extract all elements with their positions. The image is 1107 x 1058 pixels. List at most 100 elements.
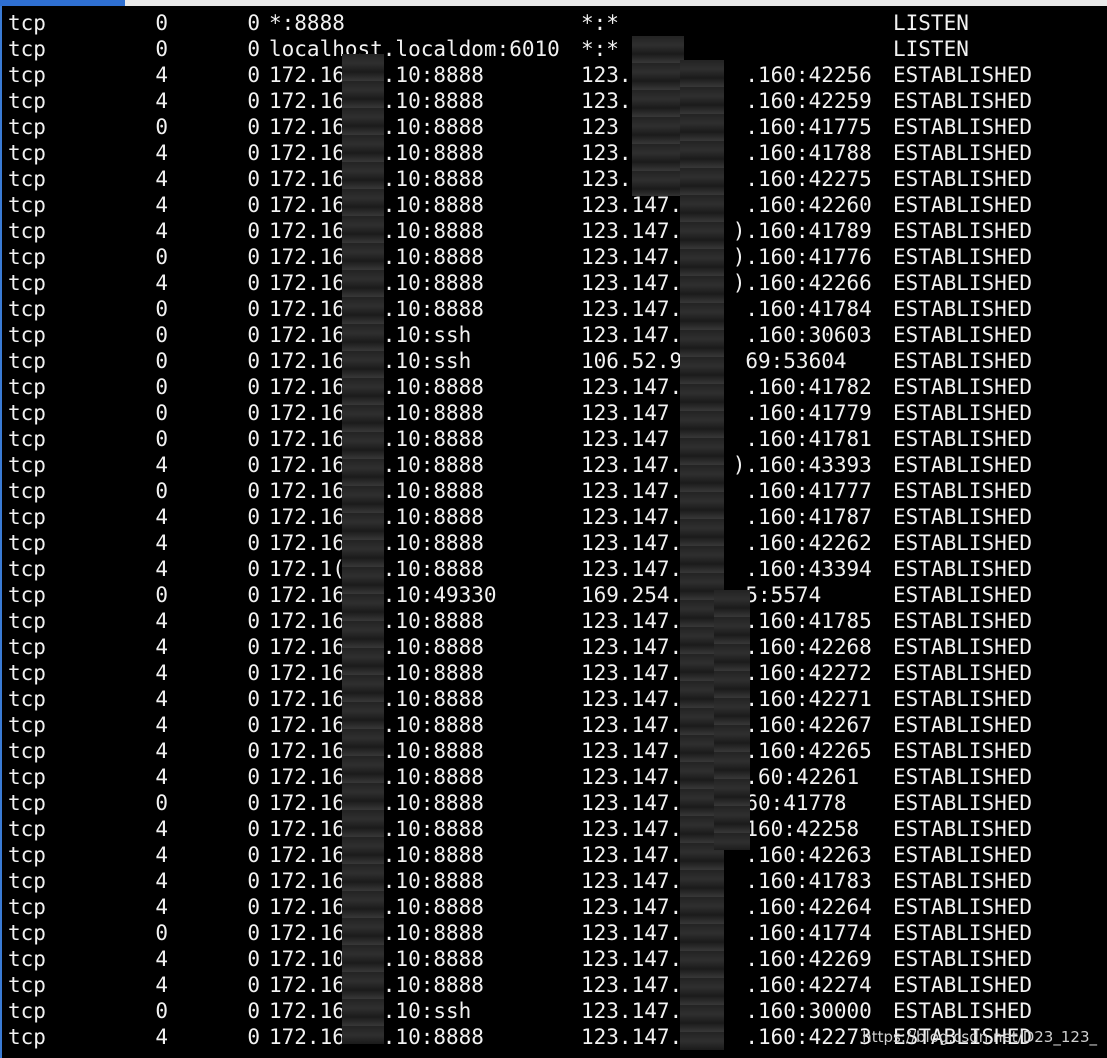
redaction-block <box>714 590 750 850</box>
send-q-cell: 0 <box>247 791 260 815</box>
connection-row: tcp 4 0 172.16 .10:8888 123.147. ).160:42266… <box>8 270 1103 296</box>
protocol-cell: tcp <box>8 115 46 139</box>
connection-row: tcp 4 0 172.16 .10:8888 123.147. .160:42274 E… <box>8 972 1103 998</box>
send-q-cell: 0 <box>247 271 260 295</box>
active-tab-indicator[interactable] <box>0 0 125 6</box>
state-cell: ESTABLISHED <box>893 973 1033 997</box>
connection-row: tcp 0 0 172.16 .10:8888 123.147. .160:41777 E… <box>8 478 1103 504</box>
recv-q-cell: 4 <box>155 739 168 763</box>
connection-row: tcp 0 0 172.16 .10:8888 123.147. .160:41782 E… <box>8 374 1103 400</box>
state-cell: ESTABLISHED <box>893 635 1033 659</box>
state-cell: ESTABLISHED <box>893 661 1033 685</box>
state-cell: ESTABLISHED <box>893 89 1033 113</box>
foreign-address-cell: *:* <box>581 37 619 61</box>
recv-q-cell: 4 <box>155 141 168 165</box>
recv-q-cell: 4 <box>155 505 168 529</box>
state-cell: ESTABLISHED <box>893 297 1033 321</box>
send-q-cell: 0 <box>247 479 260 503</box>
send-q-cell: 0 <box>247 583 260 607</box>
send-q-cell: 0 <box>247 531 260 555</box>
state-cell: ESTABLISHED <box>893 609 1033 633</box>
protocol-cell: tcp <box>8 739 46 763</box>
terminal-output[interactable]: tcp 0 0 *:8888 *:* LISTEN tcp 0 0 localhost.local… <box>8 10 1103 1050</box>
foreign-address-cell: 123.1 .160:42275 <box>581 167 872 191</box>
state-cell: ESTABLISHED <box>893 687 1033 711</box>
foreign-address-cell: 123.147. .160:41774 <box>581 921 872 945</box>
send-q-cell: 0 <box>247 453 260 477</box>
connection-row: tcp 0 0 localhost.localdom:6010 *:* LISTEN <box>8 36 1103 62</box>
protocol-cell: tcp <box>8 505 46 529</box>
foreign-address-cell: 123.147. .160:41777 <box>581 479 872 503</box>
send-q-cell: 0 <box>247 219 260 243</box>
local-address-cell: *:8888 <box>269 11 345 35</box>
foreign-address-cell: 123.147. .160:42264 <box>581 895 872 919</box>
connection-row: tcp 4 0 172.16 .10:8888 123. .160:42256 ESTAB… <box>8 62 1103 88</box>
recv-q-cell: 4 <box>155 609 168 633</box>
state-cell: ESTABLISHED <box>893 583 1033 607</box>
foreign-address-cell: 123.147 .160:41779 <box>581 401 872 425</box>
connection-row: tcp 4 0 172.16 .10:8888 123.147. ).160:41789… <box>8 218 1103 244</box>
connection-row: tcp 0 0 172.16 .10:8888 123.147 .160:41781 ES… <box>8 426 1103 452</box>
recv-q-cell: 4 <box>155 271 168 295</box>
send-q-cell: 0 <box>247 921 260 945</box>
send-q-cell: 0 <box>247 167 260 191</box>
state-cell: ESTABLISHED <box>893 817 1033 841</box>
state-cell: ESTABLISHED <box>893 895 1033 919</box>
recv-q-cell: 0 <box>155 921 168 945</box>
title-strip <box>0 0 1107 6</box>
recv-q-cell: 4 <box>155 453 168 477</box>
send-q-cell: 0 <box>247 401 260 425</box>
send-q-cell: 0 <box>247 973 260 997</box>
send-q-cell: 0 <box>247 557 260 581</box>
recv-q-cell: 4 <box>155 765 168 789</box>
recv-q-cell: 4 <box>155 713 168 737</box>
protocol-cell: tcp <box>8 557 46 581</box>
connection-row: tcp 4 0 172.10 ).10:8888 123.147. .160:42269… <box>8 946 1103 972</box>
foreign-address-cell: 123.147 .160:41781 <box>581 427 872 451</box>
protocol-cell: tcp <box>8 947 46 971</box>
terminal-window[interactable]: tcp 0 0 *:8888 *:* LISTEN tcp 0 0 localhost.local… <box>0 0 1107 1058</box>
recv-q-cell: 4 <box>155 817 168 841</box>
send-q-cell: 0 <box>247 635 260 659</box>
protocol-cell: tcp <box>8 843 46 867</box>
foreign-address-cell: 123.147. ).160:43393 <box>581 453 872 477</box>
connection-row: tcp 0 0 172.16 .10:49330 169.254. 5:5574 ESTA… <box>8 582 1103 608</box>
foreign-address-cell: 123. .160:42256 <box>581 63 872 87</box>
send-q-cell: 0 <box>247 11 260 35</box>
connection-row: tcp 0 0 172.16 .10:8888 123 .160:41775 ESTABL… <box>8 114 1103 140</box>
state-cell: ESTABLISHED <box>893 713 1033 737</box>
recv-q-cell: 4 <box>155 89 168 113</box>
protocol-cell: tcp <box>8 921 46 945</box>
send-q-cell: 0 <box>247 297 260 321</box>
foreign-address-cell: 123.147. .160:42262 <box>581 531 872 555</box>
watermark-text: https://blog.csdn.net/D23_123_ <box>862 1028 1097 1046</box>
protocol-cell: tcp <box>8 817 46 841</box>
foreign-address-cell: 123.147. .160:42260 <box>581 193 872 217</box>
connection-row: tcp 4 0 172.16 .10:8888 123.147. .160:41783 E… <box>8 868 1103 894</box>
foreign-address-cell: 123.147. ).160:41776 <box>581 245 872 269</box>
connection-row: tcp 0 0 172.16 .10:8888 123.147. .160:41784 E… <box>8 296 1103 322</box>
connection-row: tcp 4 0 172.16 .10:8888 123.147. .160:42262 E… <box>8 530 1103 556</box>
connection-row: tcp 4 0 172.16 .10:8888 123.147. .160:42265 E… <box>8 738 1103 764</box>
protocol-cell: tcp <box>8 791 46 815</box>
foreign-address-cell: 123.1 .160:41788 <box>581 141 872 165</box>
connection-row: tcp 4 0 172.1( .10:8888 123.147. .160:43394 E… <box>8 556 1103 582</box>
foreign-address-cell: 123.147. .160:42274 <box>581 973 872 997</box>
state-cell: ESTABLISHED <box>893 531 1033 555</box>
recv-q-cell: 4 <box>155 973 168 997</box>
send-q-cell: 0 <box>247 427 260 451</box>
send-q-cell: 0 <box>247 245 260 269</box>
protocol-cell: tcp <box>8 11 46 35</box>
send-q-cell: 0 <box>247 89 260 113</box>
connection-row: tcp 0 0 172.16 .10:ssh 123.147. .160:30603 ES… <box>8 322 1103 348</box>
recv-q-cell: 0 <box>155 11 168 35</box>
connection-row: tcp 4 0 172.16 .10:8888 123.147. ).160:43393… <box>8 452 1103 478</box>
connection-row: tcp 0 0 172.16 .10:8888 123.147 .160:41779 ES… <box>8 400 1103 426</box>
protocol-cell: tcp <box>8 635 46 659</box>
protocol-cell: tcp <box>8 63 46 87</box>
protocol-cell: tcp <box>8 141 46 165</box>
state-cell: ESTABLISHED <box>893 479 1033 503</box>
send-q-cell: 0 <box>247 37 260 61</box>
foreign-address-cell: 123.147. .160:30000 <box>581 999 872 1023</box>
protocol-cell: tcp <box>8 609 46 633</box>
